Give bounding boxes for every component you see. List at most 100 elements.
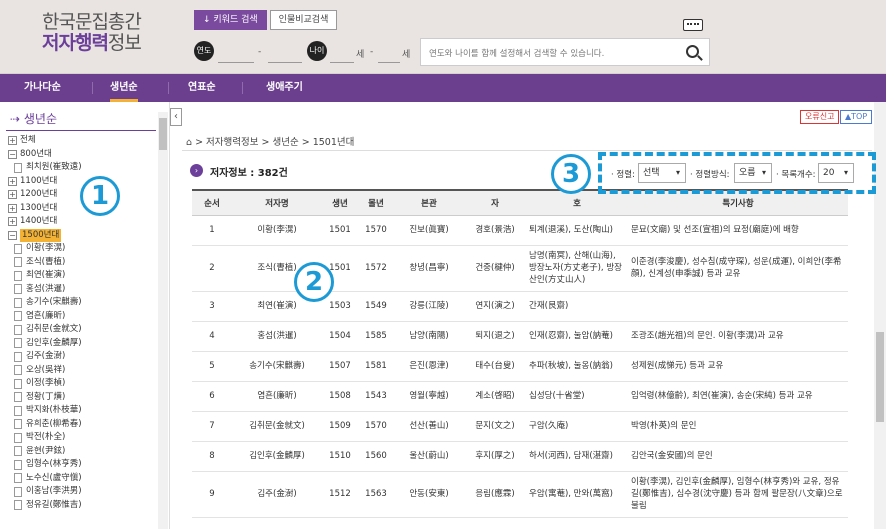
age-from-input[interactable] [330,62,354,63]
table-row[interactable]: 7 김취문(金就文) 1509 1570 선산(善山) 문지(文之) 구암(久庵) 박영(朴英… [192,411,848,442]
top-button[interactable]: ▲TOP [840,110,873,124]
tree-item-label: 800년대 [20,148,52,159]
table-cell[interactable]: 염흔(廉昕) [232,381,322,412]
sidebar-scrollbar[interactable] [158,112,168,529]
search-input[interactable]: 연도와 나이를 함께 설정해서 검색할 수 있습니다. [420,38,710,66]
expand-icon[interactable]: + [8,217,17,227]
expand-icon[interactable]: + [8,203,17,213]
tree-item[interactable]: 박전(朴全) [8,431,158,445]
tree-item[interactable]: 최연(崔演) [8,269,158,283]
tree-item[interactable]: −1500년대 [8,228,158,242]
nav-timeline[interactable]: 연표순 [188,74,216,102]
table-row[interactable]: 6 염흔(廉昕) 1508 1543 영월(寧越) 계소(啓昭) 십성당(十省堂) 임억령(林… [192,381,848,412]
tree-item[interactable]: 유희춘(柳希春) [8,418,158,432]
tree-item[interactable]: 윤현(尹鉉) [8,445,158,459]
document-icon[interactable] [14,351,22,362]
tree-item[interactable]: 임형수(林亨秀) [8,458,158,472]
table-row[interactable]: 4 홍섬(洪暹) 1504 1585 남양(南陽) 퇴지(退之) 인재(忍齋), 눌암(訥菴… [192,321,848,352]
expand-icon[interactable]: + [8,136,17,146]
tree-item[interactable]: −800년대 [8,148,158,162]
tree-item[interactable]: 이황(李滉) [8,242,158,256]
document-icon[interactable] [14,257,22,268]
table-cell[interactable]: 홍섬(洪暹) [232,321,322,352]
tree-item[interactable]: 박지화(朴枝華) [8,404,158,418]
expand-icon[interactable]: + [8,176,17,186]
collapse-icon[interactable]: − [8,149,17,159]
table-cell[interactable]: 김취문(金就文) [232,411,322,442]
document-icon[interactable] [14,500,22,511]
age-to-input[interactable] [378,62,400,63]
document-icon[interactable] [14,405,22,416]
table-row[interactable]: 3 최연(崔演) 1503 1549 강릉(江陵) 연지(演之) 간재(艮齋) [192,291,848,322]
tree-item[interactable]: 정유길(鄭惟吉) [8,499,158,513]
document-icon[interactable] [14,392,22,403]
table-cell: 이준경(李浚慶), 성수침(成守琛), 성운(成運), 이희안(李希顔), 신계… [628,245,848,292]
tree-item[interactable]: 홍섬(洪暹) [8,283,158,297]
report-error-button[interactable]: 오류신고 [800,110,840,124]
tree-item-label: 최치원(崔致遠) [26,162,82,172]
year-to-input[interactable] [268,62,302,63]
nav-alphabetical[interactable]: 가나다순 [24,74,61,102]
document-icon[interactable] [14,297,22,308]
document-icon[interactable] [14,419,22,430]
table-cell[interactable]: 김인후(金麟厚) [232,441,322,472]
year-from-input[interactable] [218,62,254,63]
tab-keyword-search[interactable]: ↓ 키워드 검색 [194,10,267,30]
document-icon[interactable] [14,486,22,497]
page-scroll-thumb[interactable] [876,332,884,422]
table-cell: 간재(艮齋) [526,291,628,322]
tree-item[interactable]: + 전체 [8,134,158,148]
tree-item[interactable]: 김취문(金就文) [8,323,158,337]
document-icon[interactable] [14,338,22,349]
tree-item-label: 김인후(金麟厚) [26,337,82,348]
document-icon[interactable] [14,311,22,322]
nav-lifecycle[interactable]: 생애주기 [266,74,303,102]
tab-person-compare[interactable]: 인물비교검색 [269,10,338,30]
document-icon[interactable] [14,270,22,281]
nav-by-birth[interactable]: 생년순 [110,74,138,102]
search-icon[interactable] [686,45,699,58]
tree-item-label: 1200년대 [20,189,58,199]
table-cell: 후지(厚之) [464,441,526,472]
document-icon[interactable] [14,162,22,173]
document-icon[interactable] [14,243,22,254]
sidebar-collapse-button[interactable]: ‹ [170,108,182,126]
table-cell[interactable]: 송기수(宋麒壽) [232,351,322,382]
site-logo[interactable]: 한국문집총간 저자행력정보 [42,12,142,54]
tree-item[interactable]: 정황(丁熿) [8,391,158,405]
table-row[interactable]: 2 조식(曺植) 1501 1572 창녕(昌寧) 건중(楗仲) 남명(南冥), 산해(山海… [192,245,848,292]
table-cell[interactable]: 이황(李滉) [232,215,322,246]
collapse-icon[interactable]: − [8,230,17,240]
expand-icon[interactable]: + [8,190,17,200]
tree-item[interactable]: 김인후(金麟厚) [8,337,158,351]
tree-item[interactable]: 이홍남(李洪男) [8,485,158,499]
tree-item[interactable]: 송기수(宋麒壽) [8,296,158,310]
document-icon[interactable] [14,365,22,376]
tree-item[interactable]: +1400년대 [8,215,158,229]
keyboard-icon[interactable] [683,19,703,31]
table-cell: 1585 [358,321,394,352]
tree-item-label: 1500년대 [20,228,62,242]
tree-item[interactable]: 오상(吳祥) [8,364,158,378]
table-row[interactable]: 9 김주(金澍) 1512 1563 안동(安東) 응림(應霖) 우암(寓菴), 만와(萬窩… [192,471,848,518]
table-row[interactable]: 8 김인후(金麟厚) 1510 1560 울산(蔚山) 후지(厚之) 하서(河西), 담재(… [192,441,848,472]
document-icon[interactable] [14,432,22,443]
home-icon[interactable]: ⌂ [186,137,195,148]
document-icon[interactable] [14,459,22,470]
sidebar-scroll-thumb[interactable] [159,118,167,150]
tree-item[interactable]: 노수신(盧守愼) [8,472,158,486]
arrow-right-icon: ⇢ [10,112,24,126]
tree-item[interactable]: 염흔(廉昕) [8,310,158,324]
document-icon[interactable] [14,324,22,335]
document-icon[interactable] [14,473,22,484]
document-icon[interactable] [14,284,22,295]
table-cell[interactable]: 김주(金澍) [232,471,322,518]
table-row[interactable]: 1 이황(李滉) 1501 1570 진보(眞寶) 경호(景浩) 퇴계(退溪), 도산(陶山… [192,215,848,246]
tree-item[interactable]: 최치원(崔致遠) [8,161,158,175]
tree-item[interactable]: 김주(金澍) [8,350,158,364]
table-row[interactable]: 5 송기수(宋麒壽) 1507 1581 은진(恩津) 태수(台叟) 추파(秋坡), 눌옹(… [192,351,848,382]
document-icon[interactable] [14,446,22,457]
tree-item[interactable]: 조식(曺植) [8,256,158,270]
document-icon[interactable] [14,378,22,389]
tree-item[interactable]: 이정(李楨) [8,377,158,391]
